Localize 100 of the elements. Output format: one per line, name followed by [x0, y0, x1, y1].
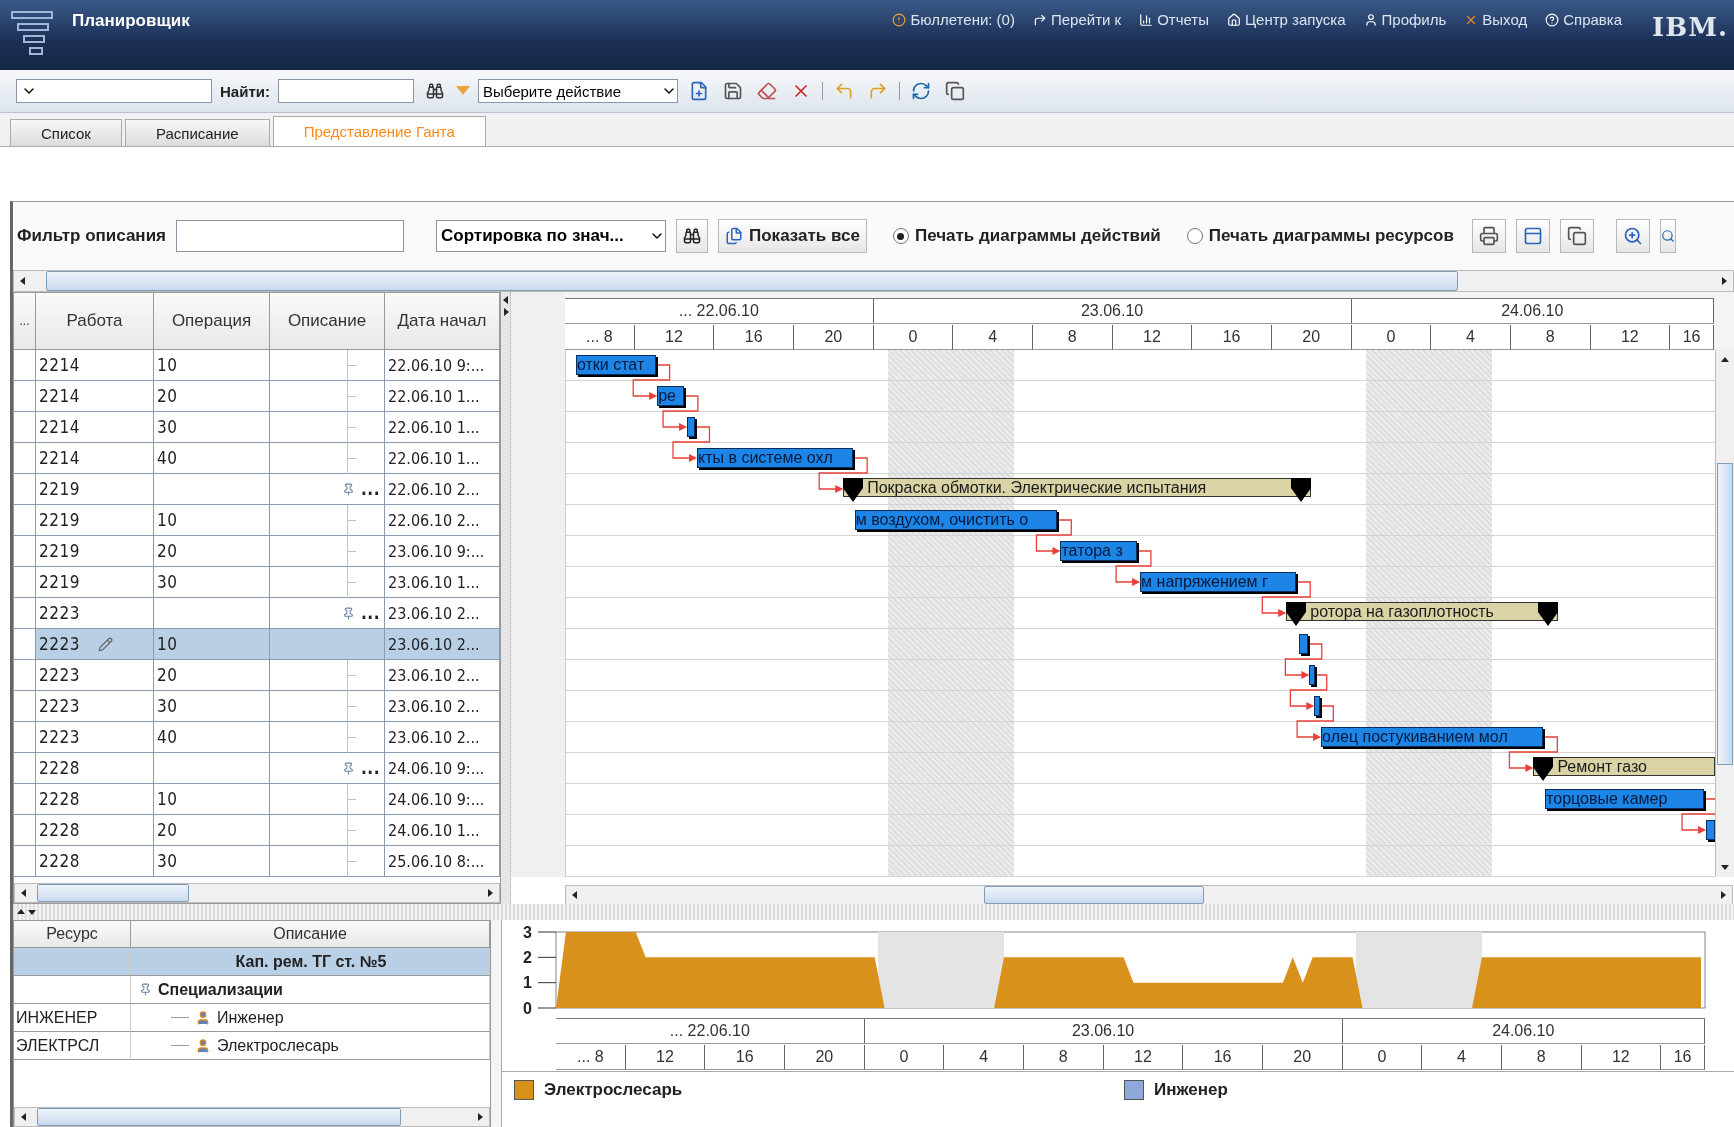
- column-header[interactable]: Описание: [131, 921, 490, 948]
- panel-button[interactable]: [1515, 219, 1550, 253]
- table-cell: 22.06.10 9:...: [385, 350, 500, 381]
- column-header[interactable]: ...: [14, 293, 36, 350]
- legend-label: Инженер: [1154, 1080, 1228, 1100]
- pin-icon: [139, 983, 152, 996]
- horizontal-scrollbar[interactable]: [565, 885, 1733, 905]
- task-bar: олец постукиванием мол: [1321, 727, 1544, 747]
- alert-icon: [892, 12, 907, 27]
- header-link[interactable]: Отчеты: [1139, 11, 1209, 28]
- scroll-left-icon[interactable]: [20, 1113, 28, 1121]
- person-icon: [1363, 12, 1378, 27]
- table-cell: 40: [154, 722, 270, 753]
- header-link[interactable]: Выход: [1464, 11, 1528, 28]
- job-number: 2219: [39, 572, 80, 592]
- scroll-left-icon[interactable]: [571, 891, 579, 899]
- table-cell: 23.06.10 1...: [385, 567, 500, 598]
- scrollbar-thumb[interactable]: [37, 1108, 401, 1126]
- table-cell: 40: [154, 443, 270, 474]
- vertical-scrollbar[interactable]: [1715, 350, 1734, 877]
- hour-header: 12: [1103, 1045, 1184, 1070]
- tab[interactable]: Расписание: [124, 119, 270, 146]
- date-header: 23.06.10: [873, 299, 1352, 324]
- task-bar: кты в системе охл: [697, 448, 854, 468]
- task-bar: м напряжением г: [1140, 572, 1297, 592]
- horizontal-scrollbar[interactable]: [14, 1107, 490, 1127]
- scrollbar-thumb[interactable]: [37, 884, 189, 902]
- sort-select[interactable]: Сортировка по знач...: [436, 220, 666, 252]
- scrollbar-thumb[interactable]: [46, 271, 1458, 291]
- scroll-right-icon[interactable]: [501, 308, 510, 316]
- action-select[interactable]: Выберите действие: [477, 79, 678, 103]
- horizontal-scrollbar[interactable]: [14, 883, 500, 903]
- header-link[interactable]: Перейти к: [1032, 11, 1122, 28]
- table-cell: 24.06.10 9:...: [385, 753, 500, 784]
- column-header[interactable]: Дата начал: [385, 293, 500, 350]
- scroll-left-icon[interactable]: [501, 296, 510, 304]
- column-header[interactable]: Ресурс: [14, 921, 131, 948]
- zoom-in-button[interactable]: [1615, 219, 1650, 253]
- hour-header: 12: [1581, 1045, 1662, 1070]
- radio-button[interactable]: [892, 228, 909, 244]
- pin-icon: [342, 761, 356, 775]
- hour-header: 0: [864, 1045, 945, 1070]
- scroll-right-icon[interactable]: [476, 1113, 484, 1121]
- summary-bar: ротора на газоплотность: [1286, 602, 1559, 626]
- table-cell: ИНЖЕНЕР: [14, 1004, 131, 1032]
- more-button[interactable]: ...: [361, 479, 380, 499]
- scrollbar-thumb[interactable]: [1717, 462, 1733, 765]
- scrollbar-thumb[interactable]: [984, 886, 1204, 904]
- table-cell: 20: [154, 815, 270, 846]
- task-bar: отки стат: [575, 355, 656, 375]
- job-number: 2223: [39, 603, 80, 623]
- scroll-up-icon[interactable]: [1721, 356, 1729, 364]
- scroll-down-icon[interactable]: [1721, 863, 1729, 871]
- table-cell: 30: [154, 412, 270, 443]
- more-button[interactable]: ...: [361, 603, 380, 623]
- column-header[interactable]: Описание: [270, 293, 385, 350]
- more-button[interactable]: ...: [361, 758, 380, 778]
- header-link[interactable]: Профиль: [1363, 11, 1447, 28]
- pin-icon: [342, 482, 356, 496]
- scroll-down-icon[interactable]: [28, 908, 36, 916]
- find-field[interactable]: [277, 79, 414, 103]
- header-link[interactable]: Справка: [1545, 11, 1622, 28]
- filter-field[interactable]: [176, 220, 404, 252]
- job-number: 2219: [39, 510, 80, 530]
- horizontal-scrollbar[interactable]: [13, 270, 1734, 292]
- scroll-left-icon[interactable]: [20, 889, 28, 897]
- job-number: 2219: [39, 479, 80, 499]
- hour-header: ... 8: [556, 1045, 626, 1070]
- table-cell: 30: [154, 567, 270, 598]
- header-link[interactable]: Центр запуска: [1227, 11, 1346, 28]
- scroll-right-icon[interactable]: [1720, 277, 1728, 285]
- copy-button[interactable]: [1559, 219, 1594, 253]
- hour-header: 0: [1342, 1045, 1423, 1070]
- printer-icon: [1478, 226, 1499, 246]
- hour-header: 20: [1262, 1045, 1343, 1070]
- scroll-up-icon[interactable]: [17, 908, 25, 916]
- search-button[interactable]: [676, 219, 708, 253]
- copy-pages-icon: [725, 227, 743, 245]
- person-icon: [195, 1009, 211, 1026]
- print-button[interactable]: [1471, 219, 1506, 253]
- column-header[interactable]: Работа: [36, 293, 154, 350]
- scroll-right-icon[interactable]: [486, 889, 494, 897]
- date-header: ... 22.06.10: [556, 1019, 865, 1044]
- job-number: 2223: [39, 665, 80, 685]
- logo: IBM.: [1652, 12, 1728, 42]
- show-all-button[interactable]: Показать все: [718, 219, 867, 253]
- job-number: 2223: [39, 634, 80, 654]
- scroll-right-icon[interactable]: [1719, 891, 1727, 899]
- header-link[interactable]: Бюллетени: (0): [892, 11, 1015, 28]
- job-number: 2214: [39, 417, 80, 437]
- table-cell: 10: [154, 505, 270, 536]
- scroll-left-icon[interactable]: [19, 277, 27, 285]
- radio-button[interactable]: [1186, 228, 1203, 244]
- column-header[interactable]: Операция: [154, 293, 270, 350]
- tab[interactable]: Список: [10, 119, 122, 146]
- zoom-out-button[interactable]: [1659, 219, 1676, 253]
- task-bar: татора з: [1060, 541, 1137, 561]
- pin-icon: [342, 606, 356, 620]
- dropdown[interactable]: [16, 79, 212, 103]
- task-bar: торцовые камер: [1545, 789, 1705, 809]
